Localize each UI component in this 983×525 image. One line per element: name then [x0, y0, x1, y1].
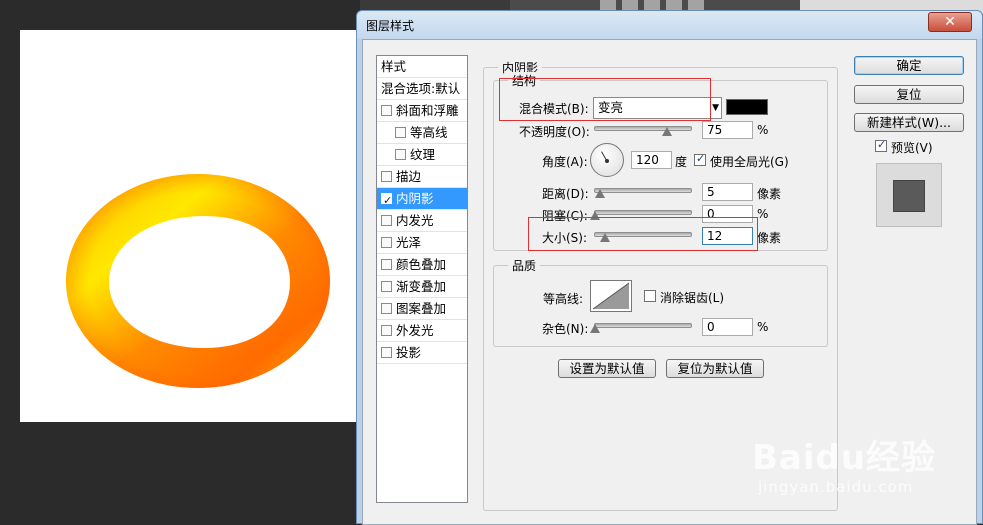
- style-item-checkbox[interactable]: [381, 171, 392, 182]
- style-item-checkbox[interactable]: [395, 127, 406, 138]
- preview-checkbox[interactable]: ✓: [875, 138, 887, 152]
- opacity-unit: %: [757, 123, 769, 137]
- noise-input[interactable]: 0: [702, 318, 753, 336]
- angle-label: 角度(A):: [542, 155, 588, 169]
- new-style-button[interactable]: 新建样式(W)...: [854, 113, 964, 132]
- choke-slider[interactable]: [594, 210, 692, 215]
- quality-legend: 品质: [508, 257, 541, 274]
- preview-square: [893, 180, 925, 212]
- opacity-slider[interactable]: [594, 126, 692, 131]
- style-item-checkbox[interactable]: [381, 281, 392, 292]
- style-item[interactable]: 渐变叠加: [377, 276, 467, 298]
- style-item[interactable]: 斜面和浮雕: [377, 100, 467, 122]
- chevron-down-icon: ▼: [712, 103, 719, 113]
- noise-slider-thumb[interactable]: [590, 324, 600, 333]
- global-light-checkbox[interactable]: ✓: [694, 152, 706, 166]
- distance-slider-thumb[interactable]: [595, 189, 605, 198]
- distance-label: 距离(D):: [542, 187, 589, 201]
- style-list-header-label: 样式: [381, 59, 407, 74]
- annotation-highlight-size: [528, 217, 758, 251]
- style-item-checkbox[interactable]: [381, 347, 392, 358]
- shadow-color-swatch[interactable]: [726, 99, 768, 115]
- contour-picker[interactable]: [590, 280, 632, 312]
- style-item-checkbox[interactable]: [381, 215, 392, 226]
- check-icon: ✓: [696, 152, 706, 165]
- document-canvas: [20, 30, 360, 422]
- dialog-title: 图层样式: [366, 19, 415, 33]
- opacity-input[interactable]: 75: [702, 121, 753, 139]
- style-preview-thumbnail: [876, 163, 942, 227]
- angle-unit: 度: [675, 155, 688, 169]
- style-list-header[interactable]: 样式: [377, 56, 467, 78]
- opacity-slider-thumb[interactable]: [662, 127, 672, 136]
- check-icon: ✓: [383, 194, 393, 207]
- style-item[interactable]: 颜色叠加: [377, 254, 467, 276]
- noise-slider[interactable]: [594, 323, 692, 328]
- orange-ring-artwork: [66, 174, 330, 388]
- style-item-label: 斜面和浮雕: [396, 103, 459, 118]
- annotation-highlight-blend-mode: [499, 78, 711, 121]
- preview-label: 预览(V): [891, 141, 933, 155]
- noise-unit: %: [757, 320, 769, 334]
- angle-center: [605, 159, 609, 163]
- style-item-checkbox[interactable]: ✓: [381, 193, 392, 207]
- style-item[interactable]: 纹理: [377, 144, 467, 166]
- style-item[interactable]: 等高线: [377, 122, 467, 144]
- style-item-label: 描边: [396, 169, 422, 184]
- noise-label: 杂色(N):: [542, 322, 589, 336]
- style-item-label: 纹理: [410, 147, 436, 162]
- baidu-watermark-url: jingyan.baidu.com: [758, 478, 914, 496]
- angle-dial[interactable]: [590, 143, 624, 177]
- angle-input[interactable]: 120: [631, 151, 672, 169]
- distance-input[interactable]: 5: [702, 183, 753, 201]
- dialog-titlebar[interactable]: 图层样式 ✕: [357, 11, 982, 39]
- blend-options-label: 混合选项:默认: [381, 81, 461, 96]
- quality-group: 品质 等高线: 消除锯齿(L) 杂色(N): 0 %: [493, 257, 828, 347]
- style-item[interactable]: 外发光: [377, 320, 467, 342]
- distance-unit: 像素: [757, 187, 782, 201]
- style-item-label: 渐变叠加: [396, 279, 447, 294]
- style-item-label: 内发光: [396, 213, 434, 228]
- style-item-label: 颜色叠加: [396, 257, 447, 272]
- style-item[interactable]: 投影: [377, 342, 467, 364]
- style-item-label: 投影: [396, 345, 422, 360]
- size-unit: 像素: [757, 231, 782, 245]
- style-item[interactable]: 描边: [377, 166, 467, 188]
- style-item-label: 内阴影: [396, 191, 434, 206]
- opacity-label: 不透明度(O):: [519, 125, 590, 139]
- anti-alias-label: 消除锯齿(L): [660, 291, 725, 305]
- choke-unit: %: [757, 207, 769, 221]
- style-item-checkbox[interactable]: [395, 149, 406, 160]
- style-item-label: 图案叠加: [396, 301, 447, 316]
- style-item[interactable]: ✓ 内阴影: [377, 188, 467, 210]
- reset-default-button[interactable]: 复位为默认值: [666, 359, 764, 378]
- distance-slider[interactable]: [594, 188, 692, 193]
- style-item-label: 光泽: [396, 235, 422, 250]
- anti-alias-checkbox[interactable]: [644, 290, 656, 302]
- style-item-checkbox[interactable]: [381, 259, 392, 270]
- style-item[interactable]: 图案叠加: [377, 298, 467, 320]
- ok-button[interactable]: 确定: [854, 56, 964, 75]
- contour-label: 等高线:: [543, 292, 584, 306]
- close-button[interactable]: ✕: [928, 12, 972, 32]
- style-list: 样式 混合选项:默认 斜面和浮雕 等高线 纹理 描边 ✓ 内阴影 内发光 光泽 颜色叠加 渐变叠加…: [376, 55, 468, 503]
- style-item[interactable]: 内发光: [377, 210, 467, 232]
- style-item-checkbox[interactable]: [381, 105, 392, 116]
- style-item-checkbox[interactable]: [381, 237, 392, 248]
- reset-button[interactable]: 复位: [854, 85, 964, 104]
- baidu-watermark-logo: Baidu经验: [752, 438, 937, 478]
- set-default-button[interactable]: 设置为默认值: [558, 359, 656, 378]
- check-icon: ✓: [877, 138, 887, 151]
- style-item-checkbox[interactable]: [381, 325, 392, 336]
- style-item[interactable]: 光泽: [377, 232, 467, 254]
- style-item-label: 等高线: [410, 125, 448, 140]
- style-item-label: 外发光: [396, 323, 434, 338]
- style-item-checkbox[interactable]: [381, 303, 392, 314]
- contour-curve-icon: [592, 282, 630, 310]
- blend-options-item[interactable]: 混合选项:默认: [377, 78, 467, 100]
- close-icon: ✕: [944, 14, 956, 30]
- global-light-label: 使用全局光(G): [710, 155, 789, 169]
